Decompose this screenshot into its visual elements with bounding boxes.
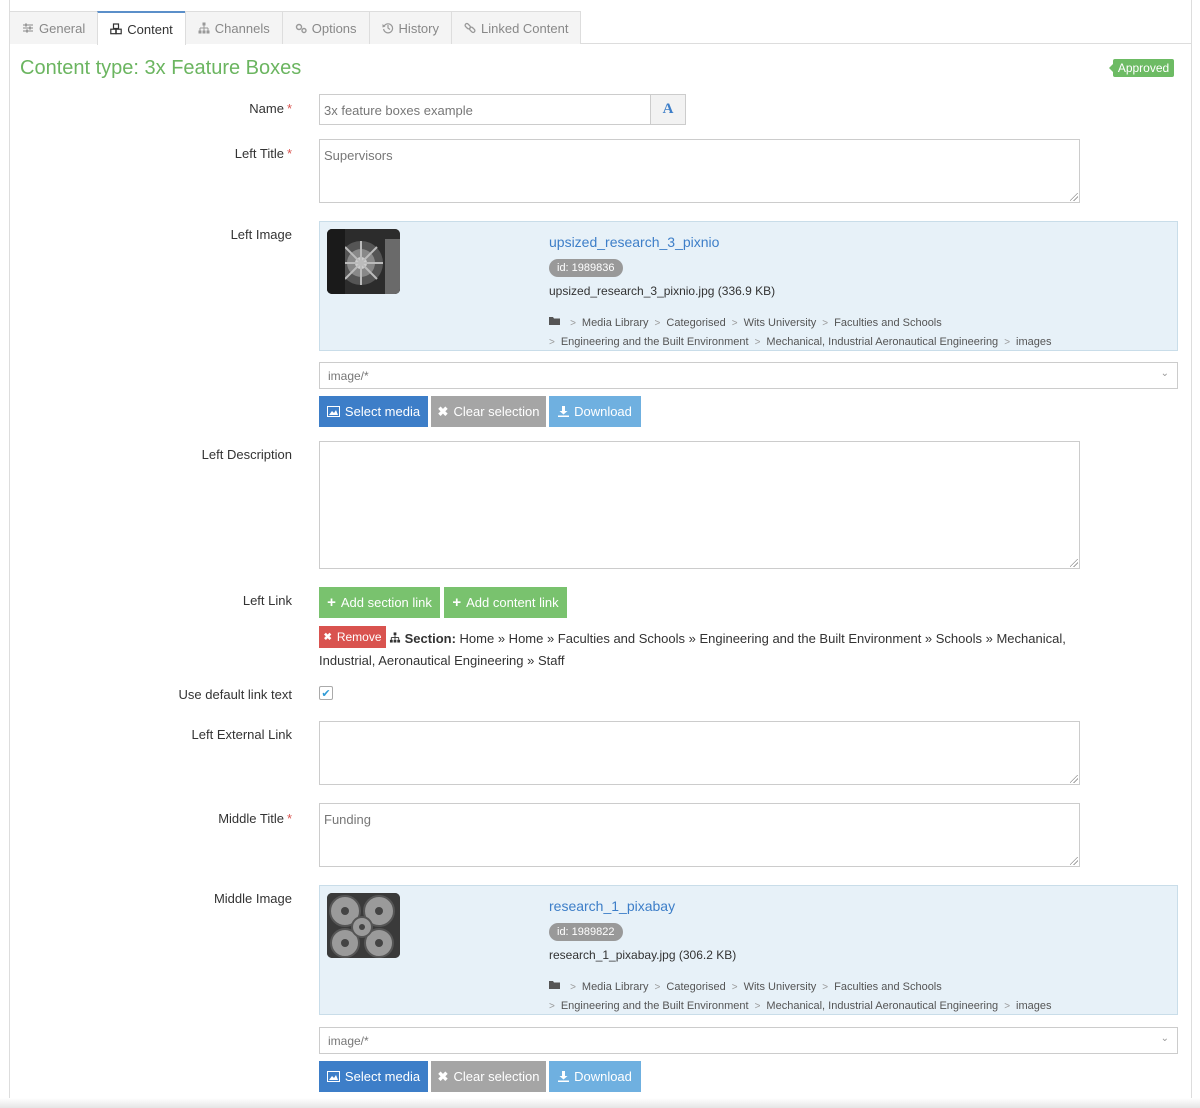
middle-title-field[interactable]: Funding (319, 803, 1080, 867)
breadcrumb-item[interactable]: Faculties and Schools (834, 317, 942, 329)
left-image-label: Left Image (230, 227, 292, 242)
cogs-icon (295, 23, 307, 34)
resize-grip[interactable] (1070, 775, 1078, 783)
tab-general-label: General (39, 20, 86, 36)
tab-history[interactable]: History (368, 11, 452, 44)
download-button[interactable]: Download (549, 1061, 641, 1092)
sitemap-icon (198, 22, 210, 34)
font-format-button[interactable]: A (650, 94, 686, 125)
tab-linked-content[interactable]: Linked Content (451, 11, 582, 44)
history-icon (382, 23, 393, 34)
middle-image-label: Middle Image (213, 891, 292, 906)
folder-icon (549, 981, 564, 993)
media-file-info: upsized_research_3_pixnio.jpg (336.9 KB) (549, 284, 776, 298)
media-thumbnail[interactable] (327, 229, 400, 294)
sliders-icon (23, 23, 33, 33)
close-icon: ✖ (437, 403, 449, 419)
tab-history-label: History (398, 20, 439, 36)
add-section-link-button[interactable]: + Add section link (319, 587, 440, 618)
middle-image-media-card: research_1_pixabay id: 1989822 research_… (319, 885, 1178, 1015)
breadcrumb-item[interactable]: Categorised (666, 981, 725, 993)
link-icon (464, 22, 476, 34)
media-breadcrumb: > Media Library > Categorised > Wits Universi… (549, 981, 1052, 1012)
breadcrumb-item[interactable]: Wits University (744, 981, 817, 993)
tab-options[interactable]: Options (281, 11, 370, 44)
resize-grip[interactable] (1070, 857, 1078, 865)
tab-linked-content-label: Linked Content (481, 20, 569, 36)
chevron-down-icon: ⌄ (1160, 1033, 1169, 1044)
tab-options-label: Options (311, 20, 357, 36)
breadcrumb-item[interactable]: images (1016, 1000, 1051, 1012)
middle-image-mime-select[interactable]: image/* ⌄ (319, 1027, 1178, 1054)
chevron-down-icon: ⌄ (1160, 368, 1169, 379)
media-title-link[interactable]: upsized_research_3_pixnio (549, 234, 719, 250)
cubes-icon (110, 23, 123, 35)
bottom-shadow (0, 1098, 1200, 1108)
plus-icon: + (452, 594, 462, 611)
middle-title-label: Middle Title * (218, 811, 292, 826)
breadcrumb-item[interactable]: Media Library (582, 981, 649, 993)
add-content-link-button[interactable]: + Add content link (444, 587, 567, 618)
media-id-badge: id: 1989836 (549, 259, 623, 277)
left-image-media-card: upsized_research_3_pixnio id: 1989836 up… (319, 221, 1178, 351)
breadcrumb-item[interactable]: Engineering and the Built Environment (561, 1000, 749, 1012)
section-prefix: Section: (404, 631, 456, 646)
checkmark-icon: ✔ (321, 687, 331, 700)
breadcrumb-item[interactable]: Media Library (582, 317, 649, 329)
breadcrumb-item[interactable]: Wits University (744, 317, 817, 329)
plus-icon: + (327, 594, 336, 611)
download-icon (558, 406, 570, 417)
resize-grip[interactable] (1070, 193, 1078, 201)
media-id-badge: id: 1989822 (549, 923, 623, 941)
required-marker: * (286, 146, 292, 161)
media-file-info: research_1_pixabay.jpg (306.2 KB) (549, 948, 737, 962)
left-title-label: Left Title * (234, 146, 292, 161)
download-button[interactable]: Download (549, 396, 641, 427)
required-marker: * (286, 101, 292, 116)
select-media-button[interactable]: Select media (319, 396, 428, 427)
breadcrumb-item[interactable]: Mechanical, Industrial Aeronautical Engi… (766, 1000, 998, 1012)
left-title-field[interactable]: Supervisors (319, 139, 1080, 203)
left-link-label: Left Link (242, 593, 292, 608)
tab-content-label: Content (127, 21, 173, 37)
download-icon (558, 1071, 570, 1082)
tab-channels[interactable]: Channels (184, 11, 283, 44)
left-external-link-label: Left External Link (191, 727, 292, 742)
name-input[interactable]: 3x feature boxes example (319, 94, 651, 125)
breadcrumb-item[interactable]: images (1016, 336, 1051, 348)
breadcrumb-item[interactable]: Categorised (666, 317, 725, 329)
media-thumbnail[interactable] (327, 893, 400, 958)
breadcrumb-item[interactable]: Faculties and Schools (834, 981, 942, 993)
image-icon (326, 1071, 340, 1082)
media-title-link[interactable]: research_1_pixabay (549, 898, 675, 914)
media-breadcrumb: > Media Library > Categorised > Wits Universi… (549, 317, 1052, 348)
sitemap-icon (389, 632, 401, 643)
folder-icon (549, 317, 564, 329)
status-badge: Approved (1109, 59, 1174, 77)
breadcrumb-item[interactable]: Mechanical, Industrial Aeronautical Engi… (766, 336, 998, 348)
resize-grip[interactable] (1070, 559, 1078, 567)
required-marker: * (286, 811, 292, 826)
tab-general[interactable]: General (9, 11, 99, 44)
use-default-link-text-checkbox[interactable]: ✔ (319, 686, 333, 700)
left-description-field[interactable] (319, 441, 1080, 569)
tab-bar: General Content Channels Options History… (9, 11, 1192, 45)
left-external-link-field[interactable] (319, 721, 1080, 785)
breadcrumb-item[interactable]: Engineering and the Built Environment (561, 336, 749, 348)
name-label: Name * (249, 101, 292, 116)
left-description-label: Left Description (201, 447, 292, 462)
tab-content[interactable]: Content (97, 11, 186, 45)
left-image-mime-select[interactable]: image/* ⌄ (319, 362, 1178, 389)
section-link-path: Section: Home » Home » Faculties and Sch… (319, 628, 1079, 672)
clear-selection-button[interactable]: ✖ Clear selection (431, 396, 546, 427)
content-type-title: Content type: 3x Feature Boxes (20, 57, 302, 79)
clear-selection-button[interactable]: ✖ Clear selection (431, 1061, 546, 1092)
tab-channels-label: Channels (214, 20, 270, 36)
close-icon: ✖ (437, 1068, 449, 1084)
use-default-link-text-label: Use default link text (178, 687, 292, 702)
image-icon (326, 406, 340, 417)
select-media-button[interactable]: Select media (319, 1061, 428, 1092)
